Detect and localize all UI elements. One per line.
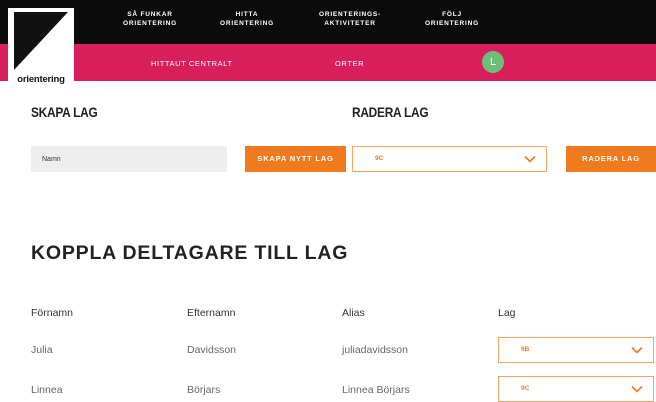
table-row-first-name: Julia bbox=[31, 344, 53, 356]
user-avatar[interactable]: L bbox=[482, 51, 504, 73]
orientering-logo[interactable]: orientering bbox=[8, 8, 74, 88]
table-row-alias: Linnea Börjars bbox=[342, 384, 410, 396]
table-row-alias: juliadavidsson bbox=[342, 344, 408, 356]
chevron-down-icon bbox=[631, 346, 643, 354]
create-team-button[interactable]: SKAPA NYTT LAG bbox=[245, 146, 346, 172]
column-header-last-name: Efternamn bbox=[187, 307, 236, 319]
delete-team-select[interactable]: 9C bbox=[352, 146, 547, 172]
delete-team-title: RADERA LAG bbox=[352, 104, 429, 120]
nav-item-aktiviteter[interactable]: ORIENTERINGS- AKTIVITETER bbox=[308, 10, 392, 28]
chevron-down-icon bbox=[631, 385, 643, 393]
logo-mark-icon bbox=[14, 12, 68, 70]
column-header-alias: Alias bbox=[342, 307, 365, 319]
nav-item-sa-funkar[interactable]: SÅ FUNKAR ORIENTERING bbox=[112, 10, 188, 28]
subnav-item-orter[interactable]: ORTER bbox=[335, 59, 364, 68]
nav-item-folj[interactable]: FÖLJ ORIENTERING bbox=[414, 10, 490, 28]
delete-team-selected-value: 9C bbox=[375, 155, 384, 162]
logo-text: orientering bbox=[17, 74, 65, 85]
table-row-last-name: Davidsson bbox=[187, 344, 237, 356]
column-header-team: Lag bbox=[498, 307, 516, 319]
chevron-down-icon bbox=[524, 155, 536, 163]
team-select-row[interactable]: 9B bbox=[498, 337, 654, 363]
sub-navigation-bar bbox=[0, 44, 656, 81]
assign-participants-title: KOPPLA DELTAGARE TILL LAG bbox=[31, 242, 349, 264]
column-header-first-name: Förnamn bbox=[31, 307, 74, 319]
table-row-first-name: Linnea bbox=[31, 384, 63, 396]
subnav-item-hittaut-centralt[interactable]: HITTAUT CENTRALT bbox=[151, 59, 233, 68]
nav-item-hitta[interactable]: HITTA ORIENTERING bbox=[210, 10, 284, 28]
team-select-value: 9B bbox=[521, 346, 530, 353]
team-name-input[interactable] bbox=[31, 146, 227, 172]
team-select-row[interactable]: 9C bbox=[498, 376, 654, 402]
create-team-title: SKAPA LAG bbox=[31, 104, 98, 120]
delete-team-button[interactable]: RADERA LAG bbox=[566, 146, 656, 172]
table-row-last-name: Börjars bbox=[187, 384, 221, 396]
team-select-value: 9C bbox=[521, 385, 530, 392]
